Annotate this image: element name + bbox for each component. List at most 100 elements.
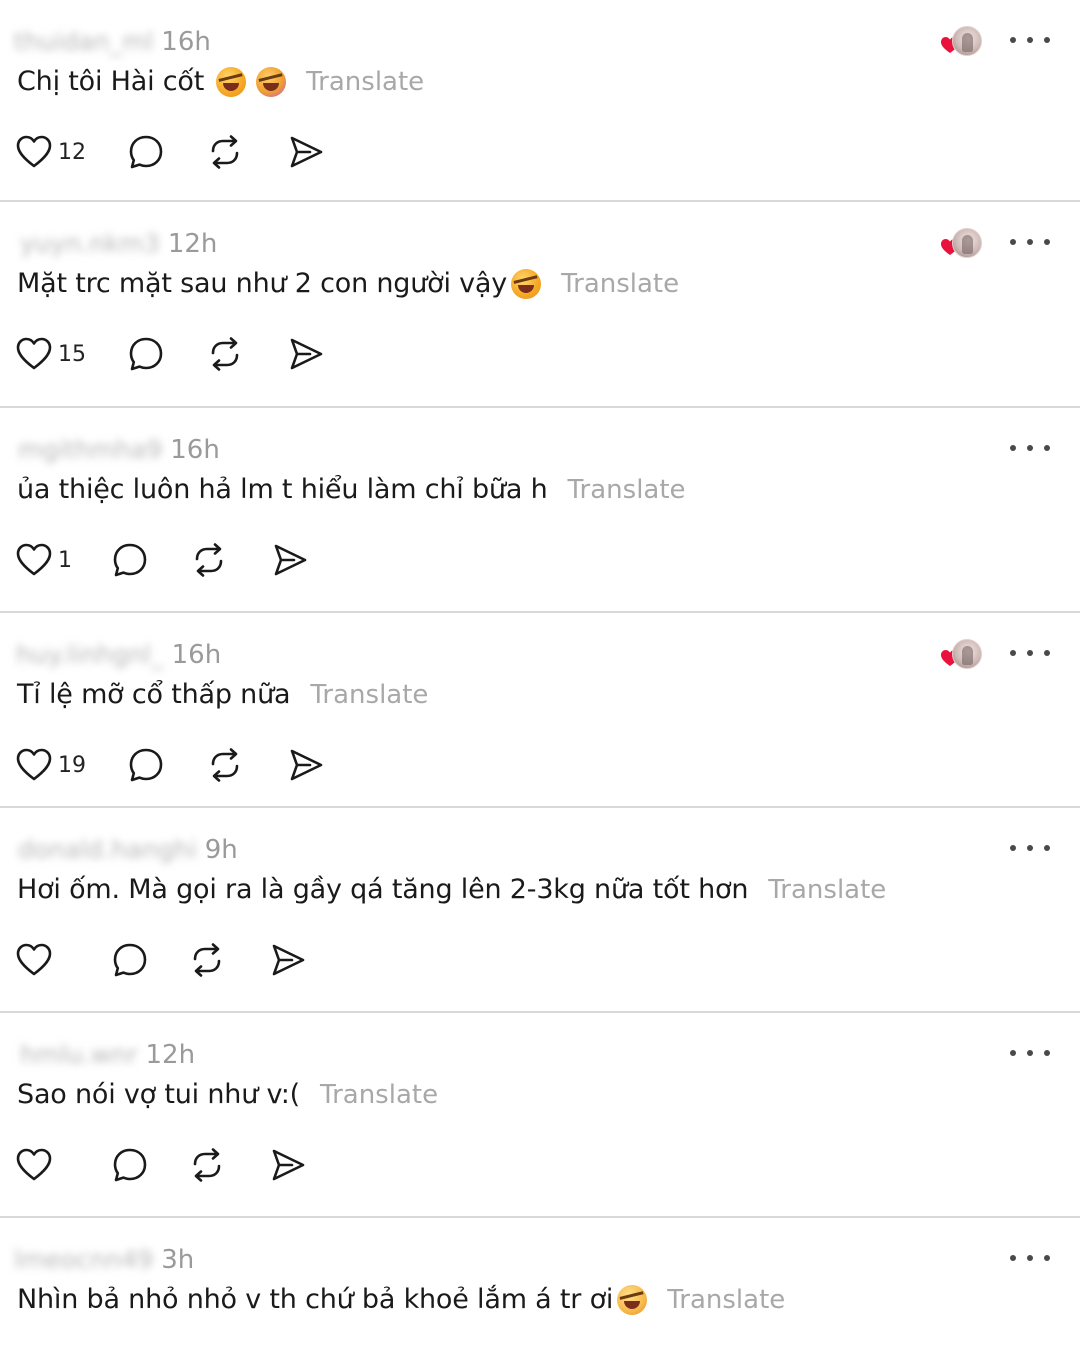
- rofl-emoji-icon: [256, 66, 287, 97]
- timestamp[interactable]: 12h: [168, 229, 218, 259]
- translate-link[interactable]: Translate: [567, 475, 685, 505]
- repost-button[interactable]: [188, 940, 226, 980]
- repost-arrows-icon: [206, 134, 244, 170]
- share-button[interactable]: [288, 132, 324, 172]
- reply-meta: donald.hanghi 9h: [18, 832, 238, 868]
- rofl-emoji-icon: [216, 66, 247, 97]
- translate-link[interactable]: Translate: [310, 680, 428, 710]
- comment-bubble-icon: [112, 1147, 148, 1183]
- comment-bubble-icon: [128, 747, 164, 783]
- reply-meta: thuidan_ml 16h: [14, 24, 211, 60]
- reply-meta: mgithmha9 16h: [18, 432, 220, 468]
- author-liked-indicator: [940, 639, 982, 671]
- share-button[interactable]: [288, 745, 324, 785]
- reply-button[interactable]: [112, 540, 148, 580]
- username-link[interactable]: hmlu.wnr: [20, 1040, 138, 1070]
- repost-button[interactable]: [206, 132, 244, 172]
- reply-button[interactable]: [112, 1145, 148, 1185]
- share-button[interactable]: [270, 1145, 306, 1185]
- comment-bubble-icon: [128, 336, 164, 372]
- more-options-button[interactable]: [1010, 1246, 1050, 1270]
- send-arrow-icon: [270, 1148, 306, 1182]
- author-liked-indicator: [940, 26, 982, 58]
- reply-meta: yuyn.nkm3 12h: [20, 226, 217, 262]
- reply-text: Tỉ lệ mỡ cổ thấp nữa: [17, 679, 291, 710]
- more-options-button[interactable]: [1010, 436, 1050, 460]
- reply-content: Hơi ốm. Mà gọi ra là gầy qá tăng lên 2-3…: [17, 874, 886, 905]
- comment-bubble-icon: [128, 134, 164, 170]
- reply-item: yuyn.nkm3 12h Mặt trc mặt sau như 2 con ng…: [0, 202, 1080, 408]
- reply-actions: 12: [16, 130, 324, 174]
- share-button[interactable]: [270, 940, 306, 980]
- send-arrow-icon: [288, 748, 324, 782]
- username-link[interactable]: huy.linhgnl_: [16, 640, 164, 670]
- author-avatar: [952, 639, 982, 669]
- heart-outline-icon: [16, 748, 52, 782]
- like-button[interactable]: [16, 940, 52, 980]
- comment-bubble-icon: [112, 942, 148, 978]
- like-button[interactable]: 15: [16, 334, 86, 374]
- more-options-button[interactable]: [1010, 230, 1050, 254]
- repost-arrows-icon: [206, 747, 244, 783]
- reply-actions: 15: [16, 332, 324, 376]
- repost-arrows-icon: [190, 542, 228, 578]
- reply-text: Mặt trc mặt sau như 2 con người vậy: [17, 268, 508, 299]
- more-options-button[interactable]: [1010, 1041, 1050, 1065]
- sweat-emoji-icon: [617, 1284, 648, 1315]
- reply-meta: hmlu.wnr 12h: [20, 1037, 195, 1073]
- heart-outline-icon: [16, 337, 52, 371]
- username-link[interactable]: mgithmha9: [18, 435, 162, 465]
- more-options-button[interactable]: [1010, 836, 1050, 860]
- share-button[interactable]: [288, 334, 324, 374]
- translate-link[interactable]: Translate: [667, 1285, 785, 1315]
- reply-actions: [16, 1143, 306, 1187]
- timestamp[interactable]: 3h: [161, 1245, 194, 1275]
- like-button[interactable]: 1: [16, 540, 72, 580]
- like-button[interactable]: 12: [16, 132, 86, 172]
- author-avatar: [952, 26, 982, 56]
- reply-actions: 19: [16, 743, 324, 787]
- timestamp[interactable]: 9h: [205, 835, 238, 865]
- translate-link[interactable]: Translate: [320, 1080, 438, 1110]
- repost-button[interactable]: [206, 745, 244, 785]
- reply-item: hmlu.wnr 12h Sao nói vợ tui như v:(Transla…: [0, 1013, 1080, 1218]
- translate-link[interactable]: Translate: [306, 67, 424, 97]
- more-options-button[interactable]: [1010, 641, 1050, 665]
- timestamp[interactable]: 16h: [172, 640, 222, 670]
- username-link[interactable]: yuyn.nkm3: [20, 229, 160, 259]
- reply-button[interactable]: [128, 334, 164, 374]
- replies-feed: thuidan_ml 16h Chị tôi Hài cốt Translate 12 y…: [0, 0, 1080, 1350]
- reply-button[interactable]: [128, 132, 164, 172]
- timestamp[interactable]: 12h: [146, 1040, 196, 1070]
- like-button[interactable]: 19: [16, 745, 86, 785]
- reply-actions: 1: [16, 538, 308, 582]
- username-link[interactable]: lmeocnn49: [14, 1245, 153, 1275]
- send-arrow-icon: [288, 135, 324, 169]
- translate-link[interactable]: Translate: [561, 269, 679, 299]
- timestamp[interactable]: 16h: [161, 27, 211, 57]
- reply-item: lmeocnn49 3h Nhìn bả nhỏ nhỏ v th chứ bả k…: [0, 1218, 1080, 1350]
- repost-button[interactable]: [188, 1145, 226, 1185]
- reply-item: donald.hanghi 9h Hơi ốm. Mà gọi ra là gầy …: [0, 808, 1080, 1013]
- reply-content: Chị tôi Hài cốt Translate: [17, 66, 424, 97]
- share-button[interactable]: [272, 540, 308, 580]
- reply-button[interactable]: [128, 745, 164, 785]
- heart-outline-icon: [16, 135, 52, 169]
- username-link[interactable]: thuidan_ml: [14, 27, 153, 57]
- translate-link[interactable]: Translate: [768, 875, 886, 905]
- reply-meta: huy.linhgnl_ 16h: [16, 637, 221, 673]
- repost-arrows-icon: [206, 336, 244, 372]
- author-liked-indicator: [940, 228, 982, 260]
- send-arrow-icon: [288, 337, 324, 371]
- like-count: 12: [58, 139, 86, 165]
- like-button[interactable]: [16, 1145, 52, 1185]
- reply-actions: [16, 938, 306, 982]
- send-arrow-icon: [270, 943, 306, 977]
- reply-button[interactable]: [112, 940, 148, 980]
- repost-button[interactable]: [190, 540, 228, 580]
- author-avatar: [952, 228, 982, 258]
- timestamp[interactable]: 16h: [170, 435, 220, 465]
- repost-button[interactable]: [206, 334, 244, 374]
- username-link[interactable]: donald.hanghi: [18, 835, 197, 865]
- more-options-button[interactable]: [1010, 28, 1050, 52]
